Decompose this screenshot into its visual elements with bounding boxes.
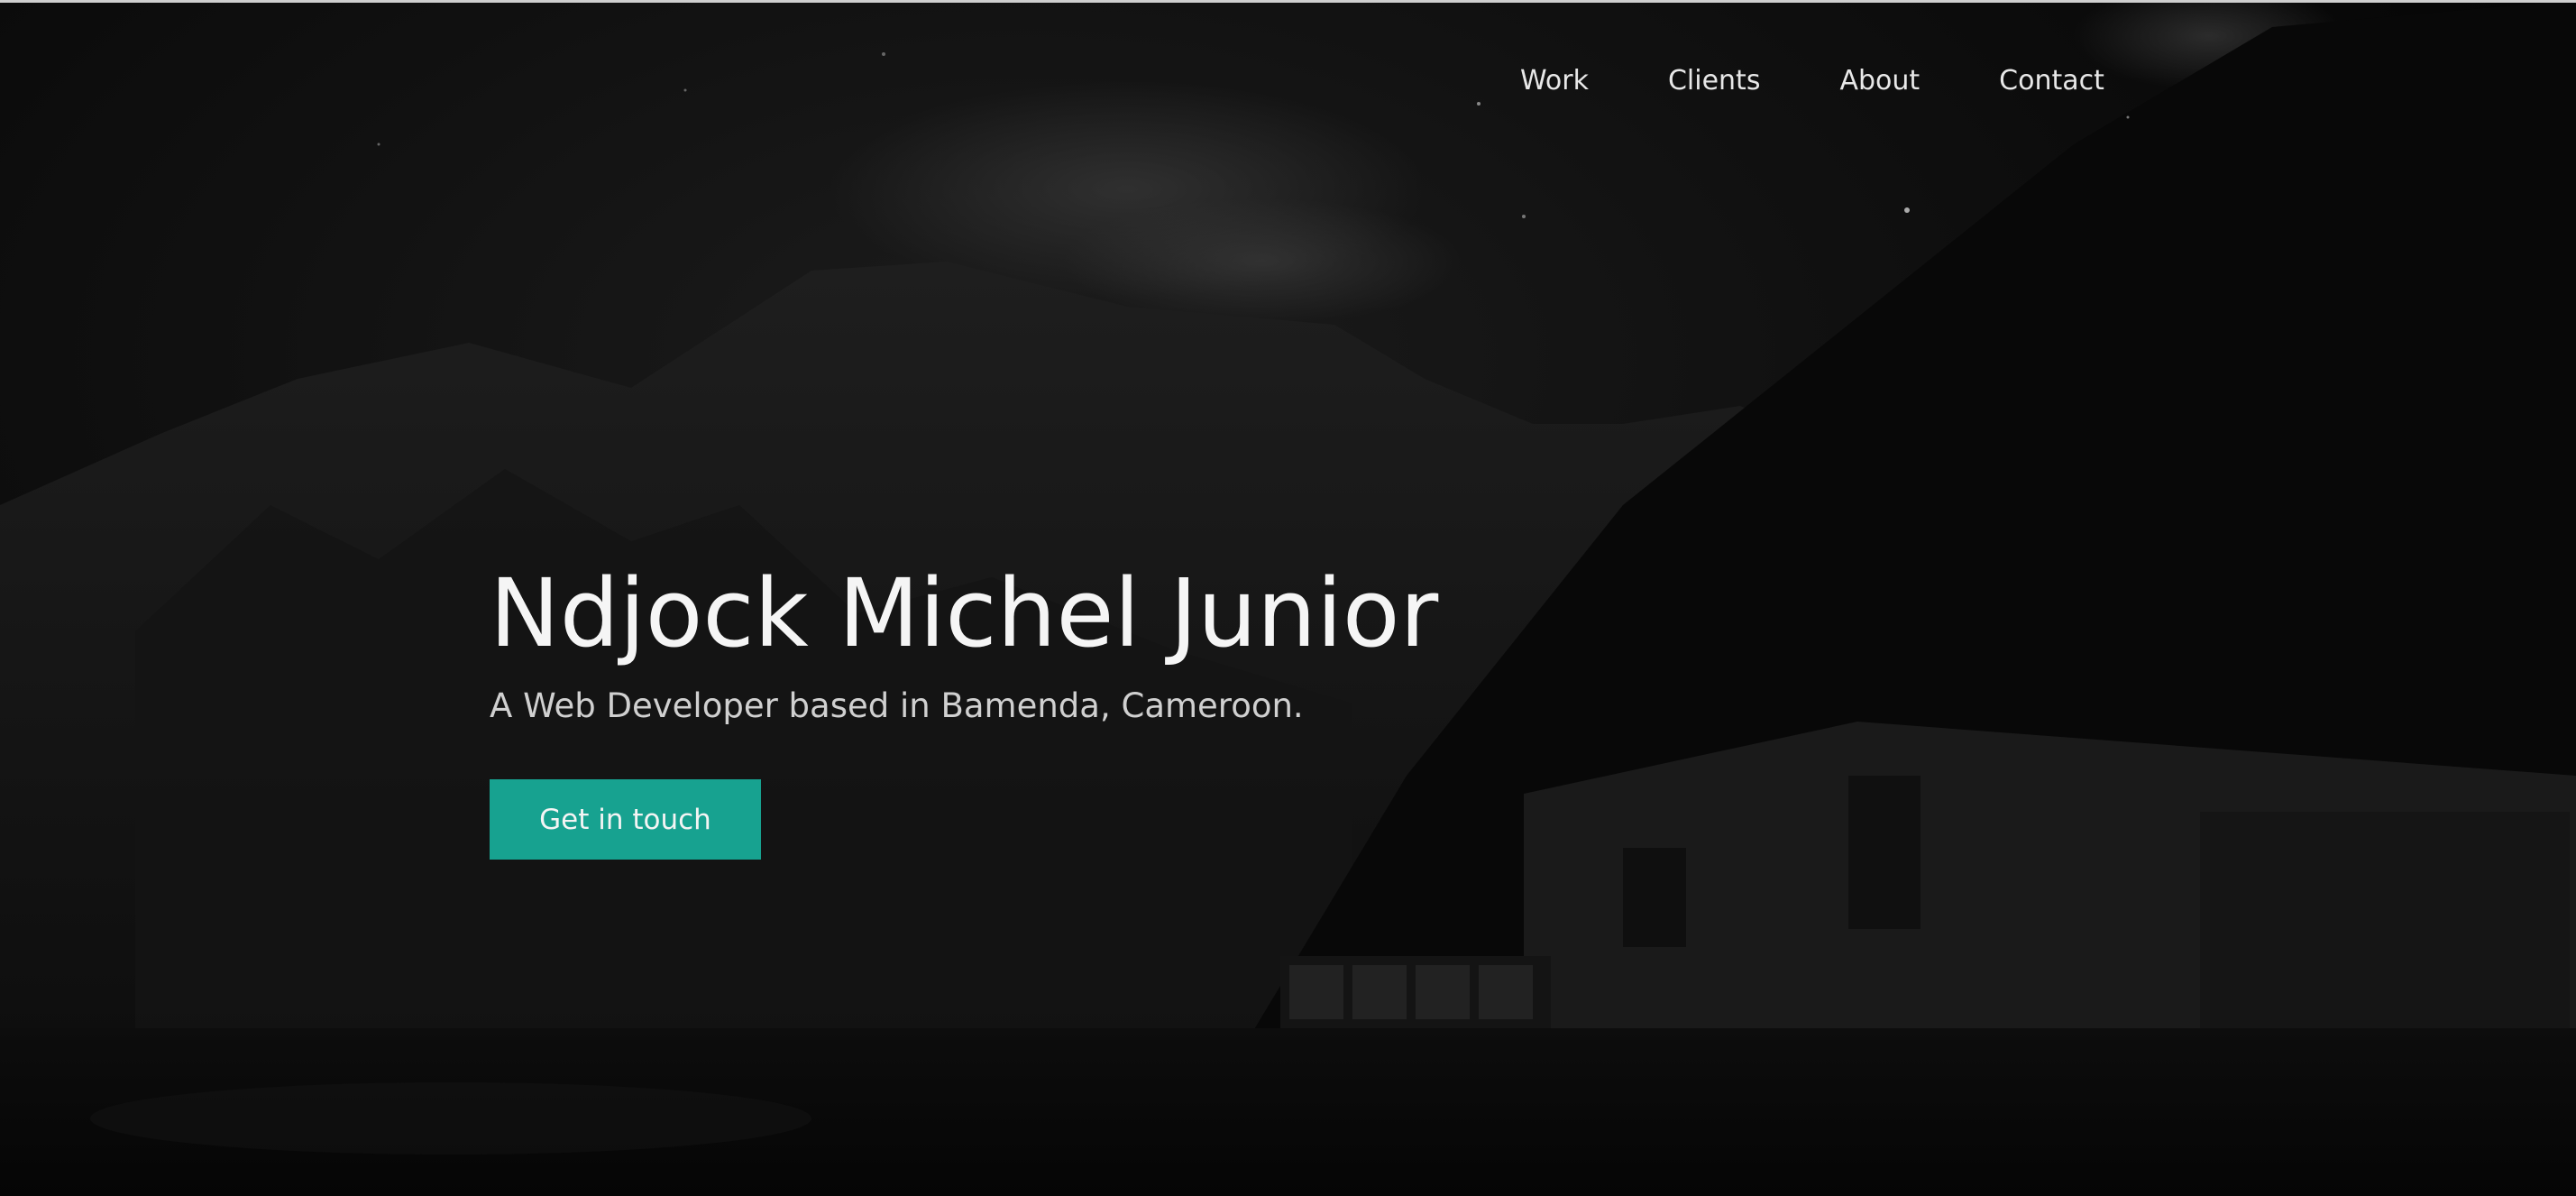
hero-tagline: A Web Developer based in Bamenda, Camero…	[490, 686, 1304, 725]
main-navigation: Work Clients About Contact	[1520, 61, 2104, 101]
hero-content: Ndjock Michel Junior A Web Developer bas…	[490, 552, 1438, 860]
nav-item-about[interactable]: About	[1839, 61, 1920, 101]
hero-name-heading: Ndjock Michel Junior	[490, 558, 1439, 668]
nav-item-contact[interactable]: Contact	[1999, 61, 2104, 101]
top-border	[0, 0, 2576, 3]
nav-item-clients[interactable]: Clients	[1668, 61, 1760, 101]
get-in-touch-button[interactable]: Get in touch	[490, 779, 761, 860]
nav-item-work[interactable]: Work	[1520, 61, 1589, 101]
hero-section: Work Clients About Contact Ndjock Michel…	[0, 0, 2576, 1196]
